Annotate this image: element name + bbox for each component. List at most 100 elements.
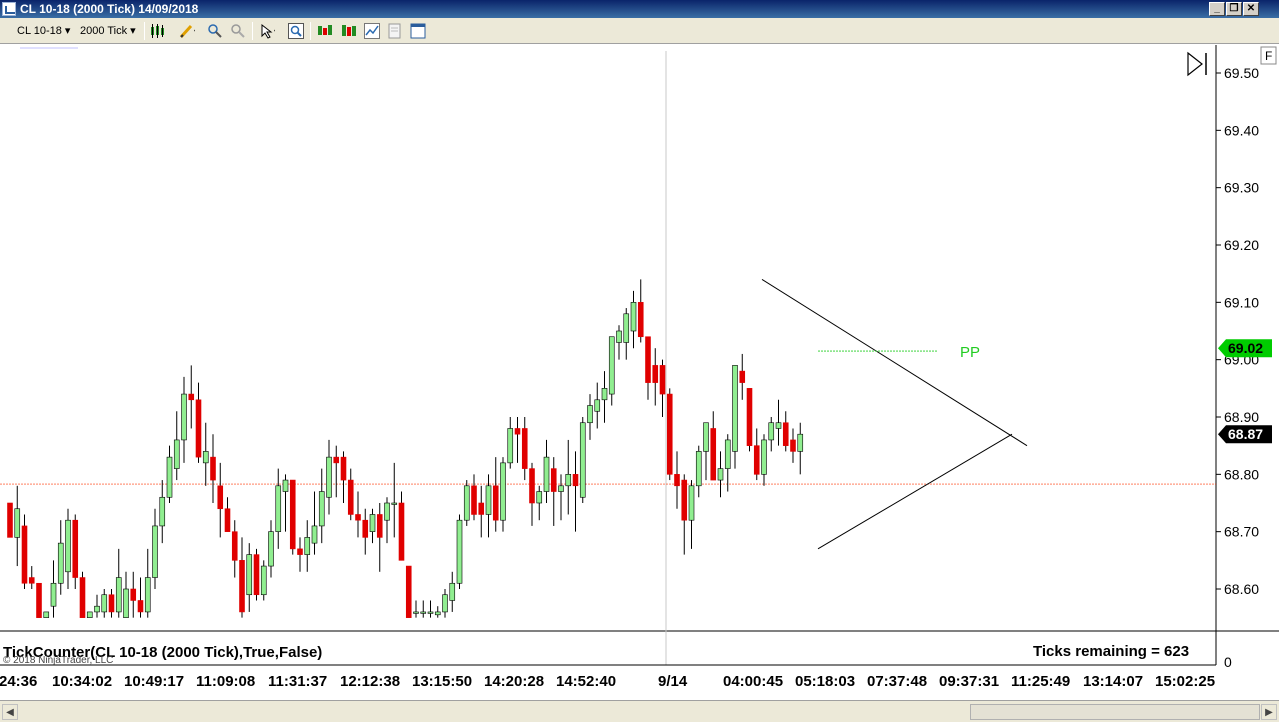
copyright-label: © 2018 NinjaTrader, LLC — [3, 655, 113, 666]
time-axis-label: 14:20:28 — [484, 673, 544, 690]
scroll-right-icon[interactable]: ▶ — [1261, 704, 1277, 720]
ticks-remaining-label: Ticks remaining = 623 — [1033, 643, 1189, 660]
down-candle — [188, 393, 195, 401]
time-axis-label: 24:36 — [0, 673, 37, 690]
down-candle — [130, 588, 137, 601]
down-candle — [362, 519, 369, 538]
scroll-to-end-icon[interactable] — [1187, 51, 1203, 77]
time-axis-label: 13:14:07 — [1083, 673, 1143, 690]
triangle-lower-line[interactable] — [817, 433, 1013, 550]
scroll-left-icon[interactable]: ◀ — [2, 704, 18, 720]
time-axis-label: 07:37:48 — [867, 673, 927, 690]
strategies-icon[interactable] — [341, 23, 357, 39]
magnifier-icon[interactable] — [288, 23, 304, 39]
chart-canvas[interactable]: PP 69.5069.4069.3069.2069.1069.0068.9068… — [0, 45, 1279, 699]
up-candle — [797, 433, 804, 452]
up-candle — [579, 422, 586, 498]
up-candle — [536, 491, 543, 504]
up-candle — [695, 451, 702, 487]
up-candle — [144, 577, 151, 613]
down-candle — [710, 428, 717, 481]
toolbar-divider — [144, 22, 145, 40]
time-axis-label: 11:31:37 — [268, 673, 327, 690]
up-candle — [57, 542, 64, 584]
scrollbar-thumb[interactable] — [970, 704, 1260, 720]
up-candle — [268, 531, 274, 567]
time-axis-label: 10:49:17 — [124, 673, 184, 690]
up-candle — [275, 485, 282, 532]
up-candle — [413, 611, 419, 614]
price-tick-label: 68.70 — [1224, 524, 1259, 540]
time-axis-label: 14:52:40 — [556, 673, 616, 690]
restore-icon[interactable]: ❐ — [1226, 2, 1242, 16]
up-candle — [86, 611, 93, 618]
down-candle — [21, 525, 28, 584]
down-candle — [681, 479, 688, 521]
up-candle — [318, 491, 325, 527]
down-candle — [652, 365, 659, 383]
interval-selector[interactable]: 2000 Tick ▾ — [80, 22, 136, 40]
up-candle — [94, 605, 100, 613]
down-candle — [674, 474, 680, 487]
instrument-selector[interactable]: CL 10-18 ▾ — [17, 22, 70, 40]
data-box-icon[interactable] — [410, 23, 426, 39]
up-candle — [717, 468, 724, 481]
zoom-in-icon[interactable] — [207, 23, 223, 39]
window-titlebar: CL 10-18 (2000 Tick) 14/09/2018 _ ❐ ✕ — [0, 0, 1279, 18]
up-candle — [311, 525, 318, 544]
time-axis-label: 10:34:02 — [52, 673, 112, 690]
up-candle — [442, 594, 448, 613]
minimize-icon[interactable]: _ — [1209, 2, 1225, 16]
time-axis-label: 05:18:03 — [795, 673, 855, 690]
down-candle — [790, 439, 796, 452]
time-axis-label: 12:12:38 — [340, 673, 400, 690]
time-axis-label: 04:00:45 — [723, 673, 783, 690]
up-candle — [260, 565, 267, 596]
up-candle — [101, 594, 108, 613]
down-candle — [478, 502, 485, 515]
indicators-icon[interactable] — [317, 23, 333, 39]
down-candle — [72, 519, 79, 578]
time-axis-label: 11:09:08 — [196, 673, 255, 690]
down-candle — [355, 514, 361, 521]
triangle-upper-line[interactable] — [761, 278, 1028, 447]
chart-style-icon[interactable] — [364, 23, 380, 39]
marker-price-label: 69.02 — [1228, 340, 1263, 356]
up-candle — [724, 439, 731, 469]
horizontal-scrollbar[interactable]: ◀ ▶ — [0, 700, 1279, 722]
drawing-pencil-icon[interactable]: ▾ — [179, 23, 195, 39]
down-candle — [666, 393, 673, 475]
up-candle — [181, 393, 187, 441]
up-candle — [507, 428, 514, 464]
bars-type-icon[interactable]: ▾ — [150, 23, 166, 39]
properties-icon[interactable] — [387, 23, 403, 39]
panel-toggle-label: F — [1265, 49, 1272, 63]
up-candle — [123, 588, 129, 618]
down-candle — [347, 479, 354, 515]
up-candle — [434, 611, 441, 616]
up-candle — [173, 439, 180, 469]
interval-label: 2000 Tick — [80, 25, 128, 37]
up-candle — [565, 474, 572, 487]
down-candle — [376, 514, 383, 538]
down-candle — [746, 388, 753, 446]
cursor-icon[interactable]: ▾ — [259, 23, 275, 39]
down-candle — [28, 577, 35, 584]
pp-label: PP — [960, 344, 980, 361]
time-axis-label: 9/14 — [658, 673, 688, 690]
price-tick-label: 68.90 — [1224, 409, 1259, 425]
zoom-out-icon[interactable] — [230, 23, 246, 39]
window-title: CL 10-18 (2000 Tick) 14/09/2018 — [20, 2, 199, 16]
up-candle — [166, 456, 173, 498]
close-icon[interactable]: ✕ — [1243, 2, 1259, 16]
price-tick-label: 69.10 — [1224, 294, 1259, 310]
up-candle — [326, 456, 332, 498]
down-candle — [224, 508, 231, 532]
price-tick-label: 69.30 — [1224, 180, 1259, 196]
down-candle — [333, 456, 340, 464]
chart-area[interactable]: PP 69.50 69.40 69.30 69.20 69.10 69.00 68.90 68… — [0, 45, 1279, 699]
down-candle — [492, 485, 499, 521]
price-tick-label: 69.40 — [1224, 122, 1259, 138]
up-candle — [601, 388, 608, 401]
up-candle — [775, 422, 782, 429]
